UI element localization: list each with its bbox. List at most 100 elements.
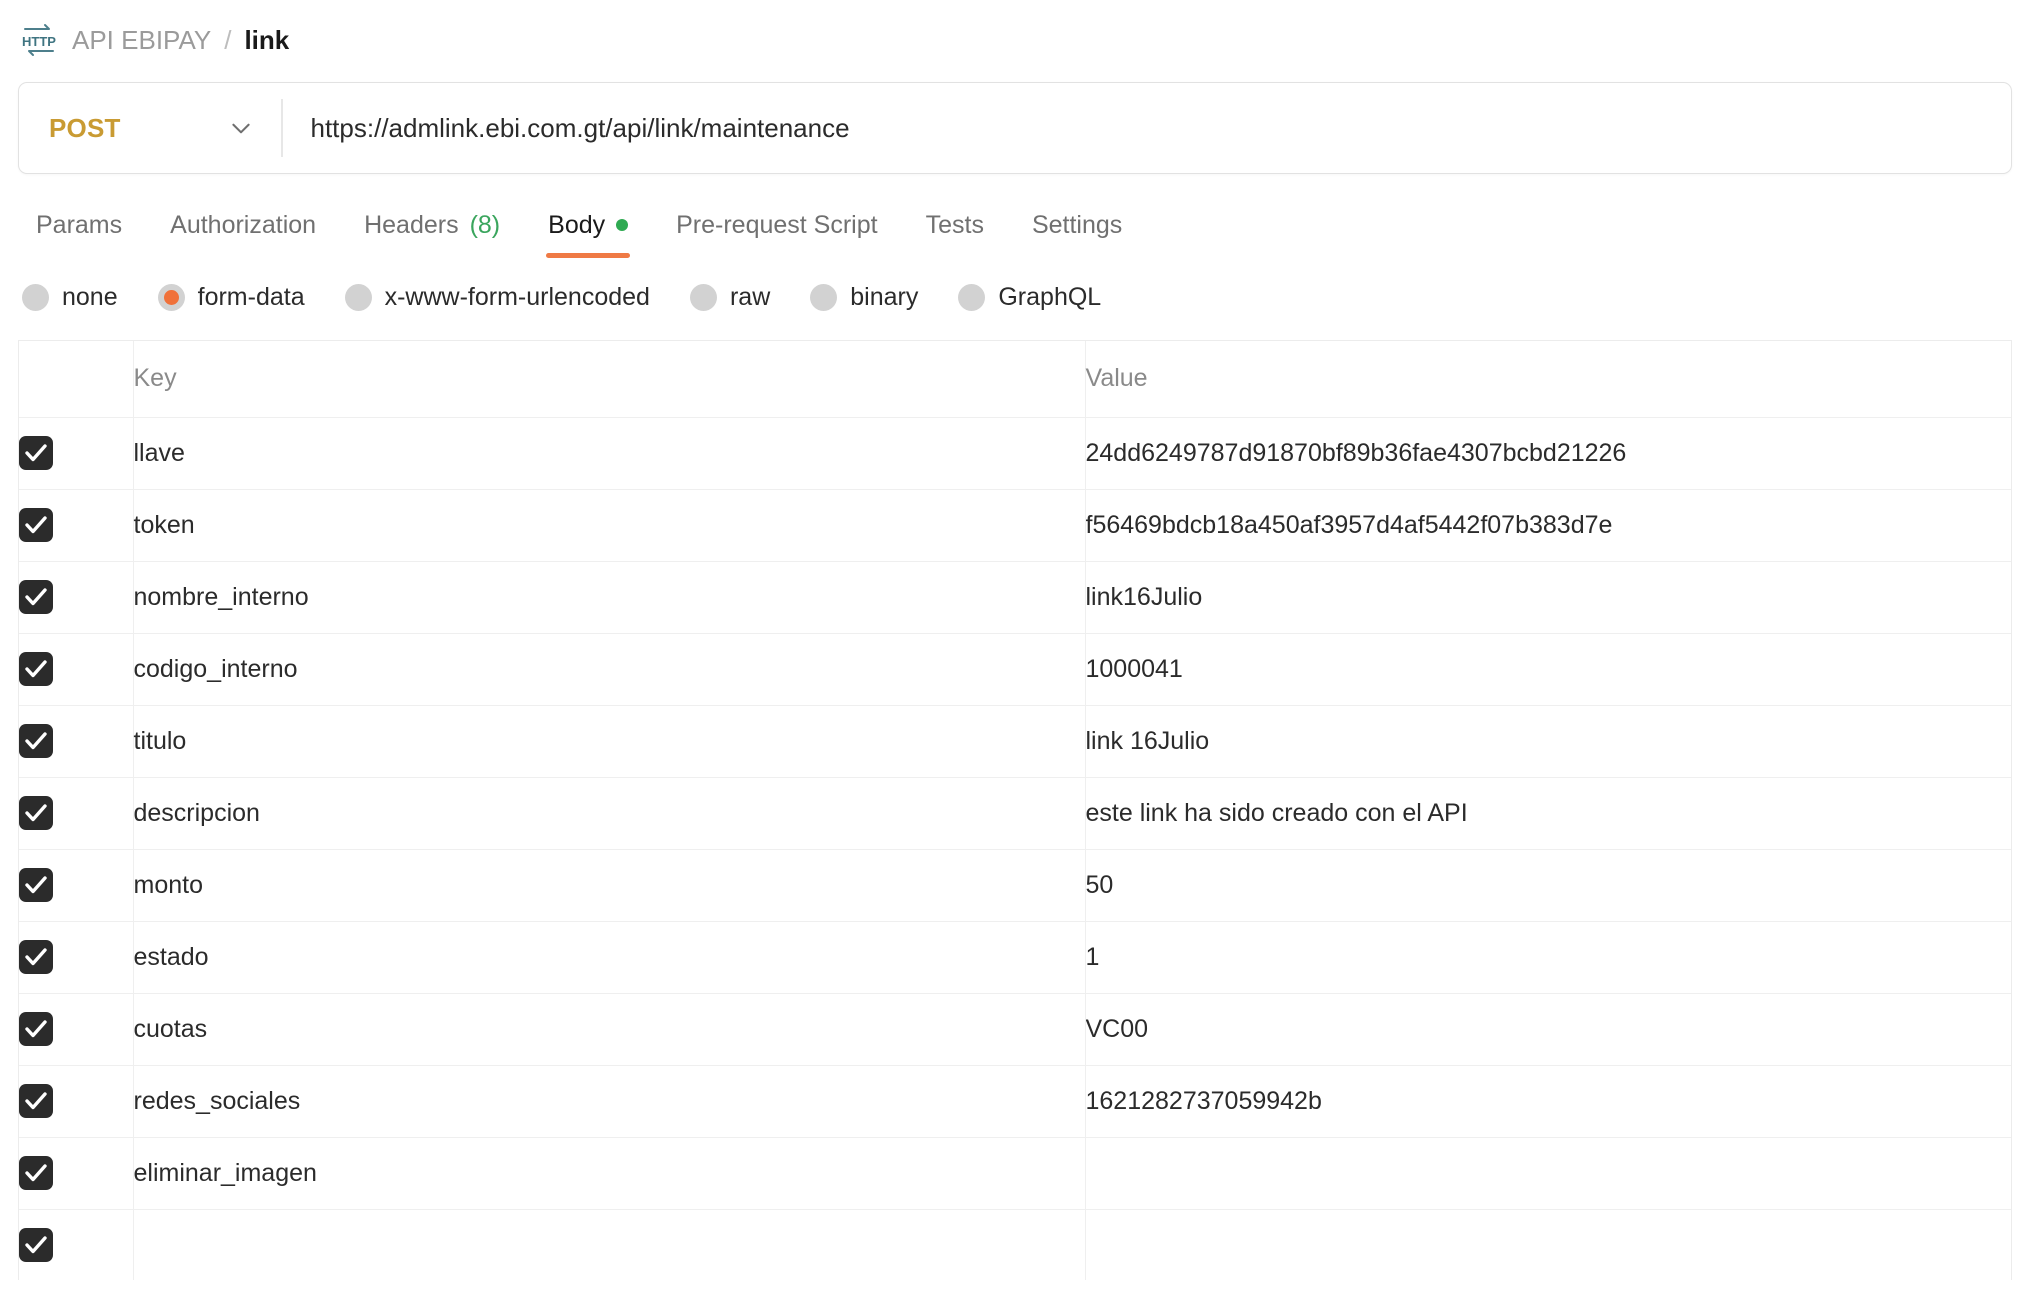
body-type-x-www-form-urlencoded-label: x-www-form-urlencoded — [384, 282, 650, 311]
row-value-cell[interactable]: este link ha sido creado con el API — [1085, 777, 2011, 850]
tab-body[interactable]: Body — [524, 192, 652, 258]
table-row: cuotas VC00 — [19, 993, 2011, 1066]
row-value-cell[interactable]: 1000041 — [1085, 633, 2011, 706]
http-icon: HTTP — [22, 24, 56, 56]
tab-headers[interactable]: Headers (8) — [340, 192, 524, 258]
tab-authorization[interactable]: Authorization — [146, 192, 340, 258]
check-icon — [25, 444, 47, 462]
row-checkbox-cell — [19, 993, 134, 1066]
url-input[interactable]: https://admlink.ebi.com.gt/api/link/main… — [283, 83, 2012, 173]
http-method-select[interactable]: POST — [19, 83, 281, 173]
tab-headers-count: (8) — [469, 210, 501, 239]
http-method-label: POST — [49, 112, 121, 143]
breadcrumb-bar: HTTP API EBIPAY / link — [0, 0, 2030, 80]
radio-selected-icon — [157, 283, 185, 311]
row-checkbox[interactable] — [19, 796, 53, 830]
table-row: eliminar_imagen — [19, 1137, 2011, 1210]
row-value-cell[interactable]: 1621282737059942b — [1085, 1065, 2011, 1138]
postman-request-pane: HTTP API EBIPAY / link POST https://adml… — [0, 0, 2030, 1300]
row-checkbox-cell — [19, 849, 134, 922]
check-icon — [25, 1092, 47, 1110]
header-checkbox-cell — [19, 341, 134, 418]
row-value-cell[interactable] — [1085, 1209, 2011, 1280]
header-key: Key — [133, 341, 1086, 418]
tab-authorization-label: Authorization — [170, 210, 317, 239]
table-row: token f56469bdcb18a450af3957d4af5442f07b3… — [19, 489, 2011, 562]
row-key-cell[interactable]: estado — [133, 921, 1086, 994]
tab-params[interactable]: Params — [12, 192, 146, 258]
row-value-cell[interactable] — [1085, 1137, 2011, 1210]
row-value-cell[interactable]: 50 — [1085, 849, 2011, 922]
check-icon — [25, 732, 47, 750]
body-type-none[interactable]: none — [22, 283, 118, 312]
row-checkbox-cell — [19, 489, 134, 562]
row-key-cell[interactable]: monto — [133, 849, 1086, 922]
row-checkbox[interactable] — [19, 1228, 53, 1262]
check-icon — [25, 876, 47, 894]
table-row: codigo_interno 1000041 — [19, 633, 2011, 706]
row-checkbox[interactable] — [19, 1012, 53, 1046]
body-type-graphql[interactable]: GraphQL — [958, 283, 1101, 312]
check-icon — [25, 1020, 47, 1038]
body-type-raw-label: raw — [729, 282, 771, 311]
breadcrumb-current-request[interactable]: link — [244, 25, 289, 56]
radio-icon — [22, 283, 49, 311]
row-value-cell[interactable]: 1 — [1085, 921, 2011, 994]
row-key-cell[interactable] — [133, 1209, 1086, 1280]
svg-text:HTTP: HTTP — [22, 34, 56, 49]
row-value-cell[interactable]: VC00 — [1085, 993, 2011, 1066]
tab-settings[interactable]: Settings — [1008, 192, 1146, 258]
body-type-form-data[interactable]: form-data — [157, 283, 305, 312]
row-key-cell[interactable]: descripcion — [133, 777, 1086, 850]
row-checkbox[interactable] — [19, 580, 53, 614]
row-key-cell[interactable]: codigo_interno — [133, 633, 1086, 706]
row-value-cell[interactable]: f56469bdcb18a450af3957d4af5442f07b383d7e — [1085, 489, 2011, 562]
request-url-bar: POST https://admlink.ebi.com.gt/api/link… — [18, 82, 2012, 174]
breadcrumb-collection[interactable]: API EBIPAY — [72, 25, 211, 56]
row-checkbox[interactable] — [19, 652, 53, 686]
check-icon — [25, 804, 47, 822]
body-type-graphql-label: GraphQL — [998, 282, 1102, 311]
body-type-raw[interactable]: raw — [689, 282, 771, 312]
row-checkbox[interactable] — [19, 724, 53, 758]
table-row — [19, 1209, 2011, 1280]
radio-icon — [810, 283, 838, 311]
row-key-cell[interactable]: token — [133, 489, 1086, 562]
row-key-cell[interactable]: nombre_interno — [133, 561, 1086, 634]
body-type-radio-group: none form-data x-www-form-urlencoded raw… — [0, 266, 2030, 328]
tab-tests[interactable]: Tests — [902, 192, 1008, 258]
row-value-cell[interactable]: link16Julio — [1085, 561, 2011, 634]
check-icon — [25, 516, 47, 534]
tab-pre-request-script[interactable]: Pre-request Script — [652, 192, 901, 258]
breadcrumb-separator: / — [224, 24, 232, 55]
row-key-cell[interactable]: titulo — [133, 705, 1086, 778]
body-type-binary[interactable]: binary — [810, 283, 918, 312]
row-checkbox-cell — [19, 417, 134, 490]
body-modified-dot-icon — [616, 219, 629, 231]
row-checkbox[interactable] — [19, 1084, 53, 1118]
table-row: llave 24dd6249787d91870bf89b36fae4307bcbd… — [19, 417, 2011, 490]
row-checkbox[interactable] — [19, 1156, 53, 1190]
tab-tests-label: Tests — [925, 210, 984, 239]
table-header-row: Key Value — [19, 341, 2011, 418]
table-row: monto 50 — [19, 849, 2011, 922]
tab-body-label: Body — [548, 210, 606, 239]
row-checkbox-cell — [19, 1209, 134, 1280]
row-key-cell[interactable]: eliminar_imagen — [133, 1137, 1086, 1210]
radio-icon — [689, 283, 717, 311]
row-checkbox[interactable] — [19, 868, 53, 902]
table-row: descripcion este link ha sido creado con … — [19, 777, 2011, 850]
row-checkbox[interactable] — [19, 436, 53, 470]
check-icon — [25, 588, 47, 606]
row-key-cell[interactable]: redes_sociales — [133, 1065, 1086, 1138]
row-value-cell[interactable]: 24dd6249787d91870bf89b36fae4307bcbd21226 — [1085, 417, 2011, 490]
row-value-cell[interactable]: link 16Julio — [1085, 705, 2011, 778]
breadcrumb: API EBIPAY / link — [72, 25, 289, 56]
body-type-x-www-form-urlencoded[interactable]: x-www-form-urlencoded — [344, 282, 650, 312]
url-input-value: https://admlink.ebi.com.gt/api/link/main… — [310, 112, 850, 143]
row-checkbox[interactable] — [19, 940, 53, 974]
row-key-cell[interactable]: cuotas — [133, 993, 1086, 1066]
row-key-cell[interactable]: llave — [133, 417, 1086, 490]
row-checkbox[interactable] — [19, 508, 53, 542]
row-checkbox-cell — [19, 1065, 134, 1138]
